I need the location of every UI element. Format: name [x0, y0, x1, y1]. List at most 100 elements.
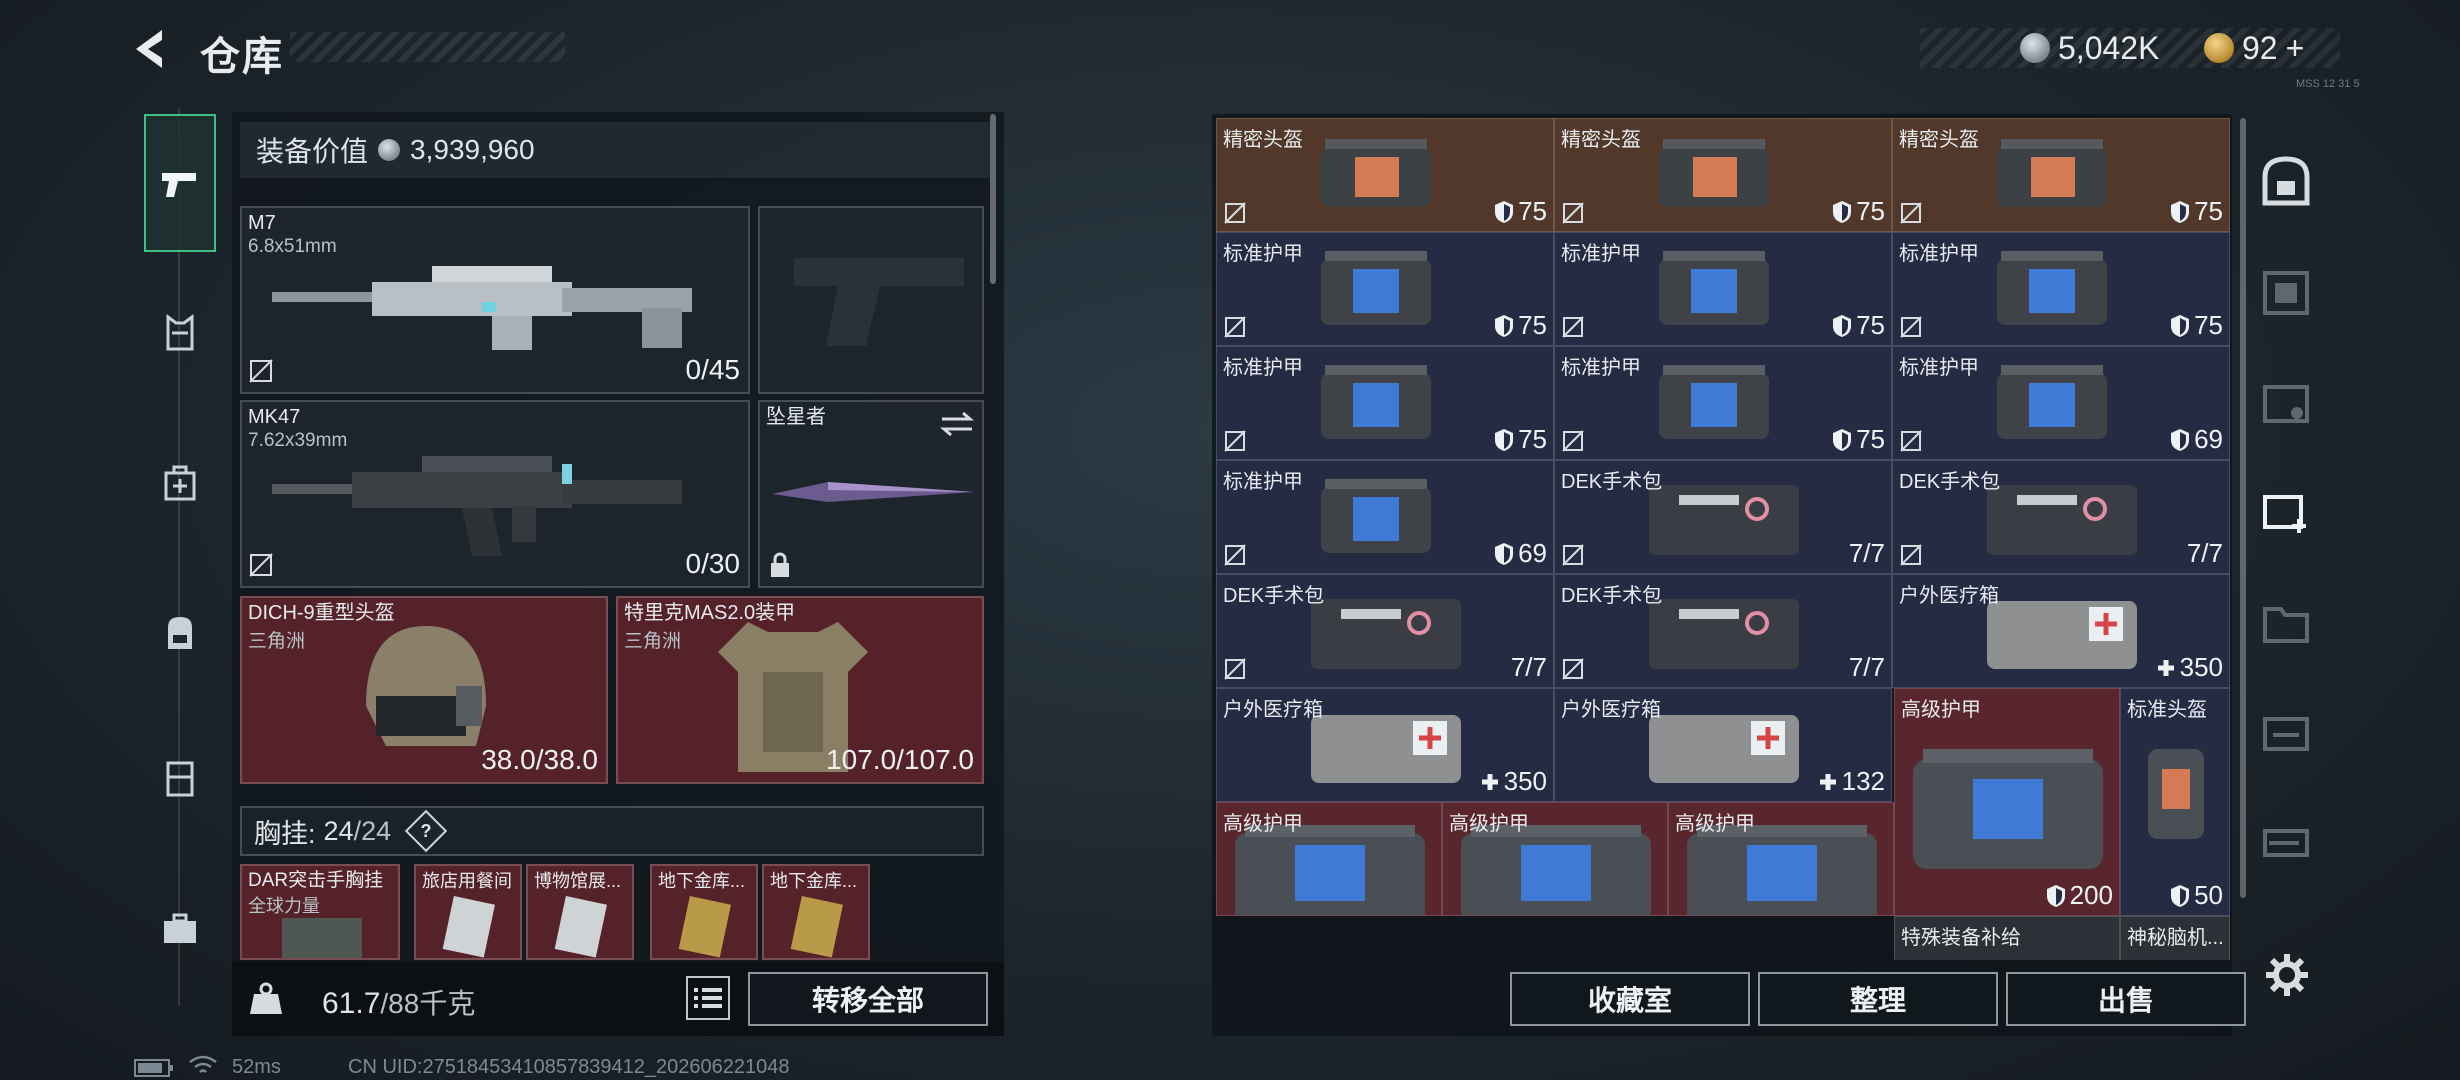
shield-icon	[2171, 200, 2190, 223]
storage-scrollbar[interactable]	[2240, 118, 2246, 898]
shield-icon	[2171, 314, 2190, 337]
item-image	[1659, 251, 1769, 325]
back-button[interactable]	[130, 26, 176, 72]
storage-item[interactable]: 标准护甲 75	[1554, 346, 1892, 460]
gold-balance[interactable]: 92 +	[2204, 28, 2304, 68]
tab-storage-2[interactable]	[2254, 260, 2318, 324]
item-image	[1321, 479, 1431, 553]
storage-item[interactable]: 户外医疗箱 350	[1892, 574, 2230, 688]
storage-item[interactable]: 高级护甲	[1442, 802, 1668, 916]
storage-item[interactable]: 精密头盔 75	[1554, 118, 1892, 232]
page-title: 仓库	[200, 35, 284, 79]
list-view-button[interactable]	[686, 976, 730, 1020]
key-card-slot[interactable]: 地下金库...	[650, 864, 758, 960]
storage-item[interactable]: DEK手术包 7/7	[1216, 574, 1554, 688]
item-value: 132	[1818, 766, 1885, 797]
melee-slot[interactable]: 坠星者	[758, 400, 984, 588]
item-name: 标准护甲	[1899, 357, 1979, 379]
armor-durability: 107.0/107.0	[826, 744, 974, 775]
storage-item[interactable]: DEK手术包 7/7	[1554, 574, 1892, 688]
ammo-count: 0/45	[685, 354, 741, 385]
item-name: DEK手术包	[1899, 471, 2001, 493]
weight-current: 61.7	[322, 987, 381, 1020]
chest-rig-cap: /24	[353, 815, 392, 846]
unlinked-icon	[1224, 544, 1246, 566]
storage-item[interactable]: 特殊装备补给	[1894, 916, 2120, 960]
tab-storage-all[interactable]	[2254, 150, 2318, 214]
collection-button[interactable]: 收藏室	[1510, 972, 1750, 1026]
item-value: 50	[2170, 880, 2223, 911]
unlinked-icon	[1562, 658, 1584, 680]
tab-storage-6[interactable]	[2254, 700, 2318, 764]
item-value: 69	[1494, 538, 1547, 569]
tab-storage-medical[interactable]	[2254, 480, 2318, 544]
storage-item[interactable]: 标准护甲 75	[1216, 346, 1554, 460]
item-value: 7/7	[2186, 538, 2223, 568]
storage-item[interactable]: 高级护甲	[1216, 802, 1442, 916]
rail-medical[interactable]	[144, 438, 216, 528]
key-card-slot[interactable]: 旅店用餐间	[414, 864, 522, 960]
armor-slot[interactable]: 特里克MAS2.0装甲 三角洲 107.0/107.0	[616, 596, 984, 784]
storage-item[interactable]: 标准护甲 69	[1892, 346, 2230, 460]
item-image	[1321, 365, 1431, 439]
item-name: 标准护甲	[1899, 243, 1979, 265]
storage-item[interactable]: 标准护甲 75	[1554, 232, 1892, 346]
storage-item[interactable]: 户外医疗箱 132	[1554, 688, 1892, 802]
coin-balance[interactable]: 5,042K	[2020, 28, 2159, 68]
settings-button[interactable]	[2262, 950, 2312, 1000]
helmet-slot[interactable]: DICH-9重型头盔 三角洲 38.0/38.0	[240, 596, 608, 784]
tab-storage-7[interactable]	[2254, 810, 2318, 874]
item-value: 200	[2046, 880, 2113, 911]
key-card-slot[interactable]: 地下金库...	[762, 864, 870, 960]
item-name: 高级护甲	[1223, 813, 1303, 835]
locker-icon	[166, 761, 194, 797]
rail-cases[interactable]	[144, 884, 216, 974]
storage-item[interactable]: 神秘脑机...	[2120, 916, 2230, 960]
storage-item[interactable]: 标准头盔 50	[2120, 688, 2230, 916]
ammo-count: 0/30	[685, 548, 741, 579]
tab-storage-5[interactable]	[2254, 590, 2318, 654]
storage-item[interactable]: 精密头盔 75	[1216, 118, 1554, 232]
primary-weapon-slot[interactable]: M7 6.8x51mm 0/45	[240, 206, 750, 394]
storage-item[interactable]: 高级护甲 200	[1894, 688, 2120, 916]
rail-lockers[interactable]	[144, 734, 216, 824]
equipment-value: 3,939,960	[410, 134, 535, 165]
item-name: DEK手术包	[1223, 585, 1325, 607]
chest-rig-image	[282, 918, 362, 958]
storage-item[interactable]: 精密头盔 75	[1892, 118, 2230, 232]
list-icon	[694, 988, 722, 1008]
storage-item[interactable]: DEK手术包 7/7	[1892, 460, 2230, 574]
crate-icon	[2263, 385, 2309, 423]
rail-weapons[interactable]	[144, 114, 216, 252]
swap-icon[interactable]	[940, 410, 974, 438]
add-currency-icon[interactable]: +	[2286, 30, 2305, 67]
gear-icon	[2266, 954, 2308, 996]
storage-item[interactable]: 标准护甲 75	[1216, 232, 1554, 346]
transfer-all-button[interactable]: 转移全部	[748, 972, 988, 1026]
help-icon[interactable]: ?	[404, 809, 448, 853]
equipment-scrollbar[interactable]	[990, 114, 996, 284]
item-value: 7/7	[1848, 538, 1885, 568]
tab-storage-3[interactable]	[2254, 370, 2318, 434]
unlinked-icon	[1224, 430, 1246, 452]
storage-item[interactable]: 标准护甲 75	[1892, 232, 2230, 346]
pistol-slot[interactable]	[758, 206, 984, 394]
storage-item[interactable]: DEK手术包 7/7	[1554, 460, 1892, 574]
storage-item[interactable]: 高级护甲	[1668, 802, 1894, 916]
storage-item[interactable]: 标准护甲 69	[1216, 460, 1554, 574]
key-card-slot[interactable]: 博物馆展...	[526, 864, 634, 960]
key-card-name: 旅店用餐间	[422, 871, 512, 891]
rail-backpacks[interactable]	[144, 588, 216, 678]
gold-card-image	[790, 896, 843, 958]
key-card-name: 地下金库...	[770, 871, 858, 891]
shield-icon	[2171, 884, 2190, 907]
organize-button[interactable]: 整理	[1758, 972, 1998, 1026]
item-image	[1649, 715, 1799, 783]
item-name: 高级护甲	[1901, 699, 1981, 721]
rail-vests[interactable]	[144, 288, 216, 378]
chest-rig-slot[interactable]: DAR突击手胸挂 全球力量	[240, 864, 400, 960]
silver-card-image	[442, 896, 495, 958]
sell-button[interactable]: 出售	[2006, 972, 2246, 1026]
secondary-weapon-slot[interactable]: MK47 7.62x39mm 0/30	[240, 400, 750, 588]
storage-item[interactable]: 户外医疗箱 350	[1216, 688, 1554, 802]
